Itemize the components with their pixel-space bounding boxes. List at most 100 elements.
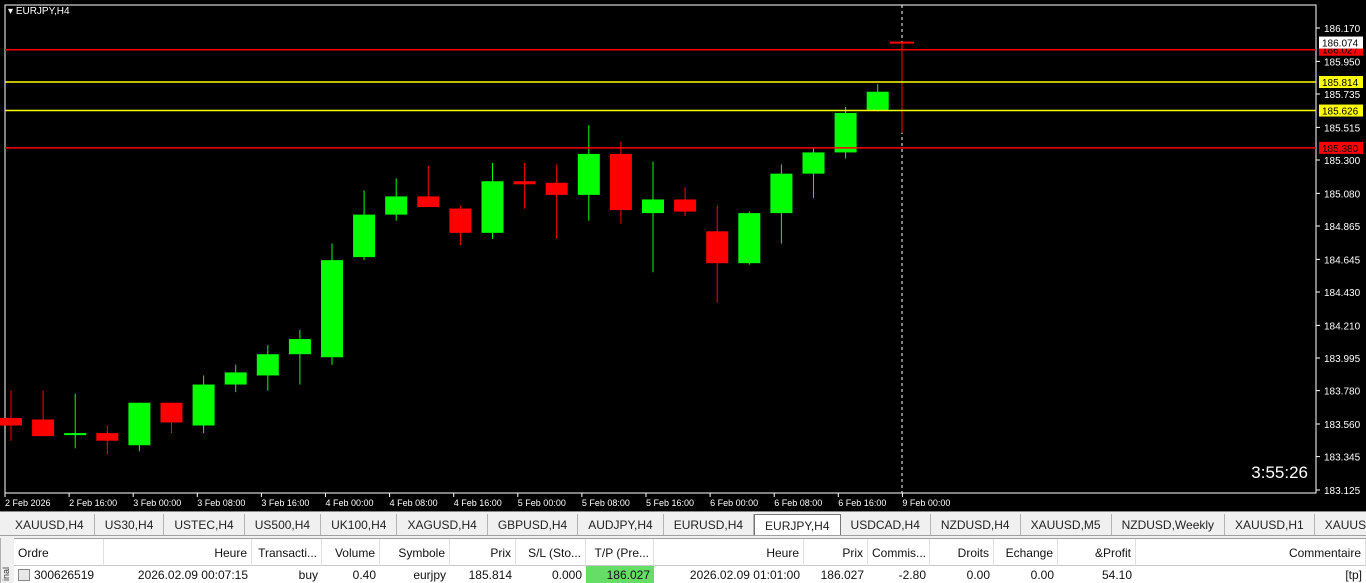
terminal-side-label[interactable]: inal (0, 538, 14, 583)
price-axis-label: 185.300 (1324, 156, 1361, 167)
price-axis-label: 183.560 (1324, 420, 1361, 431)
column-header[interactable]: Ordre (14, 539, 104, 566)
table-cell: buy (252, 566, 322, 583)
column-header[interactable]: Transacti... (252, 539, 322, 566)
chart-symbol-title[interactable]: ▾ EURJPY,H4 (8, 6, 70, 17)
bull-candle[interactable] (128, 402, 151, 446)
column-header[interactable]: Volume (322, 539, 380, 566)
bull-candle[interactable] (256, 354, 279, 376)
time-axis-label: 4 Feb 08:00 (390, 498, 438, 508)
time-axis-label: 5 Feb 00:00 (518, 498, 566, 508)
bull-candle[interactable] (288, 339, 311, 355)
chart-tabs-bar: XAUUSD,H4 US30,H4 USTEC,H4 US500,H4 UK100,H4… (0, 514, 1366, 536)
tab-us500-h4[interactable]: US500,H4 (245, 514, 322, 535)
bull-candle[interactable] (770, 173, 793, 214)
bull-candle[interactable] (802, 152, 825, 174)
tab-xauusd-h1[interactable]: XAUUSD,H1 (1225, 514, 1315, 535)
column-header[interactable]: Prix (450, 539, 516, 566)
cell-value: 54.10 (1101, 568, 1132, 582)
bull-candle[interactable] (192, 384, 215, 426)
price-axis-label: 185.515 (1324, 123, 1361, 134)
bear-candle[interactable] (0, 417, 22, 426)
time-axis-label: 2 Feb 16:00 (69, 498, 117, 508)
tab-eurjpy-h4[interactable]: EURJPY,H4 (754, 514, 841, 535)
tab-uk100-h4[interactable]: UK100,H4 (321, 514, 398, 535)
terminal-panel: Ordre Heure Transacti... Volume Symbole Prix S… (0, 538, 1366, 583)
column-header[interactable]: T/P (Pre... (586, 539, 654, 566)
bear-candle[interactable] (609, 153, 632, 211)
column-header[interactable]: Droits (930, 539, 994, 566)
bear-candle[interactable] (417, 196, 440, 208)
price-chart[interactable]: 186.170 185.950 185.735 185.515 185.300 185.0… (0, 0, 1366, 512)
tab-usdcad-h4[interactable]: USDCAD,H4 (841, 514, 931, 535)
column-header[interactable]: &Profit (1058, 539, 1136, 566)
tab-xauusd-h4[interactable]: XAUUSD,H4 (5, 514, 95, 535)
time-axis-label: 2 Feb 2026 (5, 498, 51, 508)
bull-candle[interactable] (834, 112, 857, 153)
cell-value: 2026.02.09 00:07:15 (137, 568, 248, 582)
column-header[interactable]: Commis... (868, 539, 930, 566)
tab-xauusd-m5[interactable]: XAUUSD,M5 (1021, 514, 1112, 535)
tab-xagusd-h4[interactable]: XAGUSD,H4 (397, 514, 488, 535)
table-row[interactable]: 300626519 2026.02.09 00:07:15 buy 0.40 eurjp… (14, 566, 1366, 583)
column-header[interactable]: Heure (104, 539, 252, 566)
bear-candle[interactable] (160, 402, 183, 423)
tab-us30-h4[interactable]: US30,H4 (95, 514, 165, 535)
bear-candle[interactable] (32, 419, 55, 437)
column-header[interactable]: S/L (Sto... (516, 539, 586, 566)
bear-candle[interactable] (706, 231, 729, 264)
price-axis-label: 184.210 (1324, 321, 1361, 332)
tab-eurusd-h4[interactable]: EURUSD,H4 (664, 514, 755, 535)
column-header[interactable]: Echange (994, 539, 1058, 566)
tab-xauusd-weekly[interactable]: XAUUSD,Weekly (1315, 514, 1366, 535)
chart-menu-arrow-icon[interactable]: ▾ (8, 6, 16, 17)
price-level-label: 185.626 (1322, 107, 1359, 118)
bear-candle[interactable] (674, 199, 697, 212)
column-header[interactable]: Prix (804, 539, 868, 566)
table-cell: 0.40 (322, 566, 380, 583)
bull-candle[interactable] (577, 153, 600, 195)
price-axis-label: 183.780 (1324, 387, 1361, 398)
price-level-label: 185.814 (1322, 78, 1359, 89)
price-axis-label: 183.995 (1324, 354, 1361, 365)
tab-ustec-h4[interactable]: USTEC,H4 (164, 514, 245, 535)
price-axis-label: 186.170 (1324, 24, 1361, 35)
time-axis-label: 3 Feb 00:00 (133, 498, 181, 508)
bull-candle[interactable] (321, 260, 343, 358)
tab-nzdusd-h4[interactable]: NZDUSD,H4 (931, 514, 1021, 535)
tab-audjpy-h4[interactable]: AUDJPY,H4 (578, 514, 664, 535)
bear-candle[interactable] (96, 433, 119, 441)
table-cell: eurjpy (380, 566, 450, 583)
cell-value: 186.027 (820, 568, 864, 582)
bear-candle[interactable] (513, 181, 536, 185)
bull-candle[interactable] (385, 196, 408, 215)
table-cell: 0.00 (994, 566, 1058, 583)
bear-candle[interactable] (449, 208, 472, 233)
bull-candle[interactable] (481, 181, 504, 233)
price-axis-label: 185.735 (1324, 90, 1361, 101)
table-cell: 2026.02.09 01:01:00 (654, 566, 804, 583)
bull-candle[interactable] (738, 213, 761, 264)
bull-candle[interactable] (353, 214, 376, 258)
tab-gbpusd-h4[interactable]: GBPUSD,H4 (488, 514, 579, 535)
bull-candle[interactable] (64, 433, 87, 436)
column-header[interactable]: Symbole (380, 539, 450, 566)
cell-value: 0.00 (966, 568, 990, 582)
price-axis-label: 185.080 (1324, 189, 1361, 200)
bull-candle[interactable] (642, 199, 664, 214)
time-axis-label: 5 Feb 16:00 (646, 498, 694, 508)
bull-candle[interactable] (224, 372, 247, 385)
price-axis-label: 183.125 (1324, 486, 1361, 497)
symbol-title-text: EURJPY,H4 (15, 6, 70, 17)
column-header[interactable]: Heure (654, 539, 804, 566)
column-header[interactable]: Commentaire (1136, 539, 1366, 566)
table-cell: -2.80 (868, 566, 930, 583)
chart-window[interactable]: 186.170 185.950 185.735 185.515 185.300 185.0… (0, 0, 1366, 512)
order-icon (18, 569, 30, 581)
bull-candle[interactable] (866, 91, 889, 110)
tab-nzdusd-weekly[interactable]: NZDUSD,Weekly (1112, 514, 1226, 535)
table-cell: [tp] (1136, 566, 1366, 583)
cell-value: 0.000 (551, 568, 582, 582)
bear-candle[interactable] (545, 182, 568, 195)
time-axis-label: 9 Feb 00:00 (902, 498, 950, 508)
